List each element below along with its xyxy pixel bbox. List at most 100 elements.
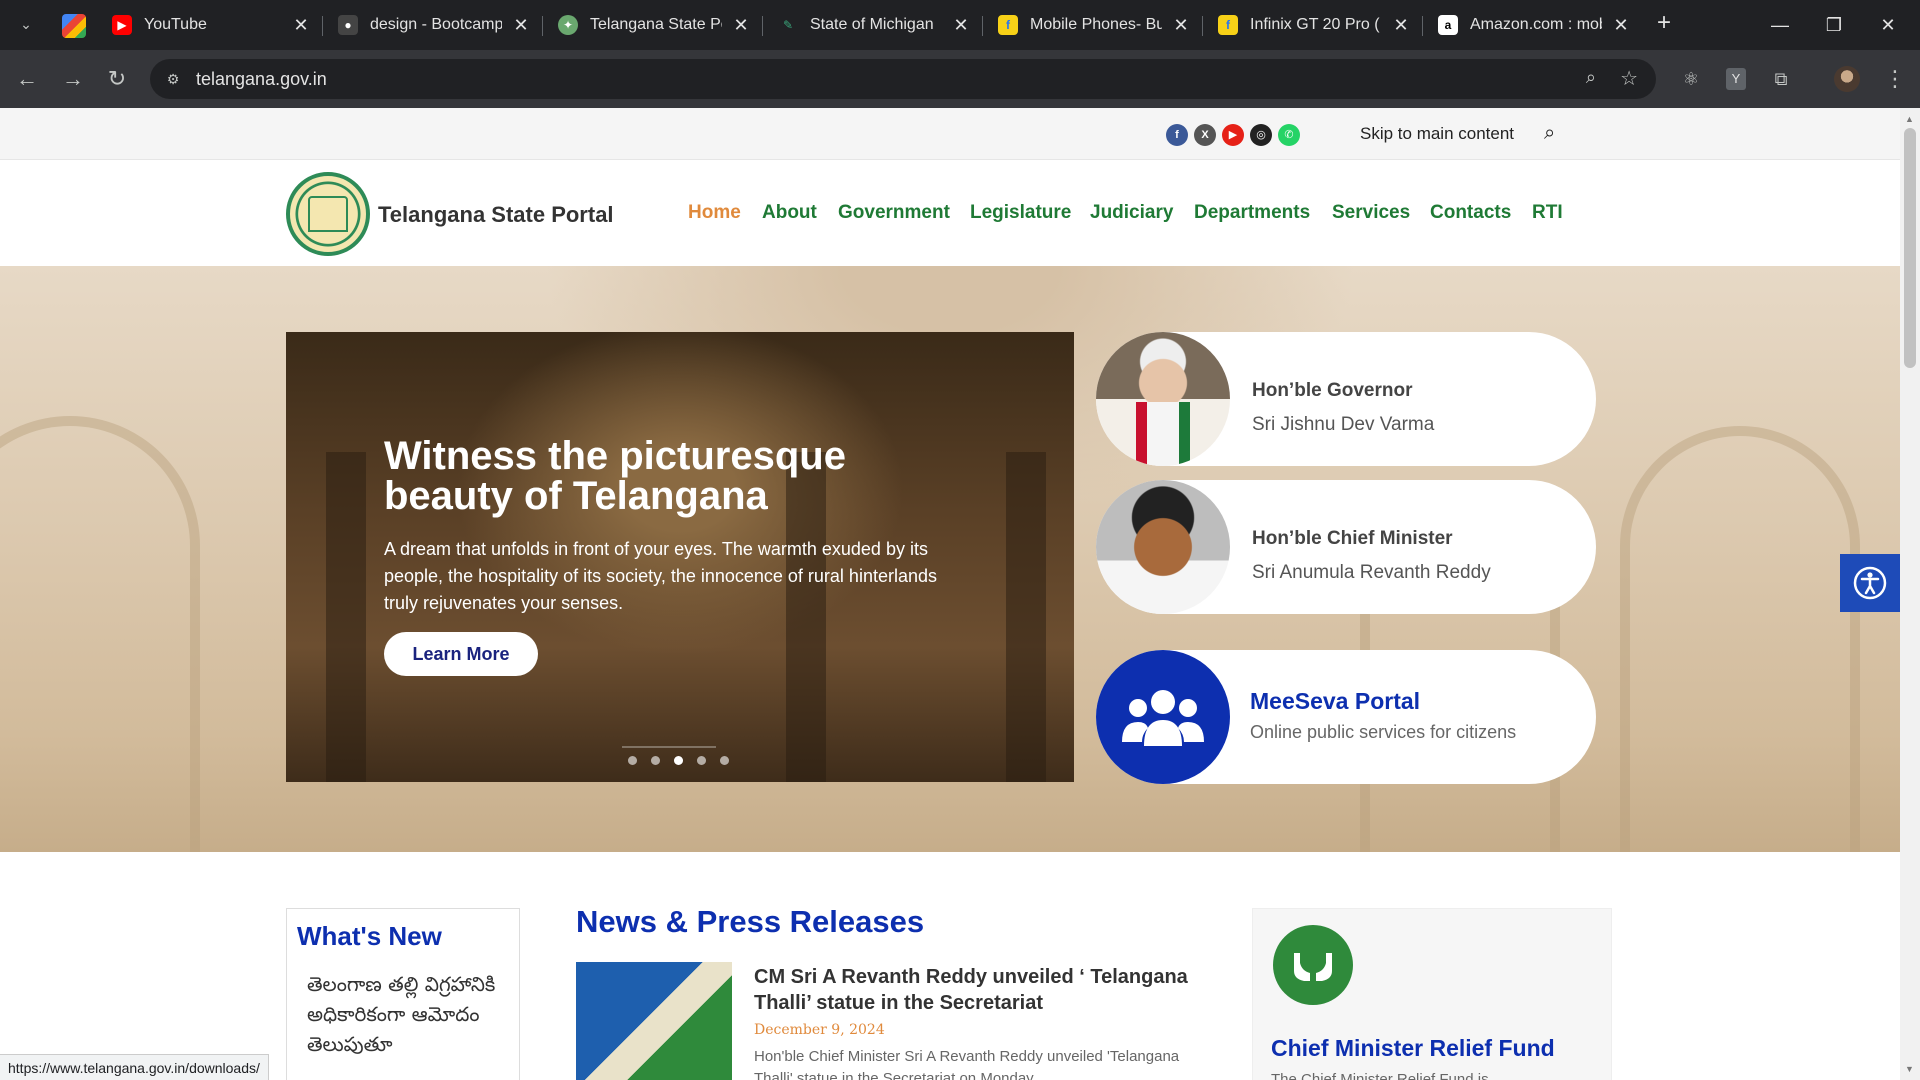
reload-button[interactable]: ↻ (102, 64, 132, 94)
tab-amazon[interactable]: a Amazon.com : mob ✕ (1438, 8, 1632, 42)
scrollbar-thumb[interactable] (1904, 128, 1916, 368)
tab-separator (1422, 16, 1423, 36)
close-icon[interactable]: ✕ (950, 15, 972, 36)
skip-to-content-link[interactable]: Skip to main content (1360, 124, 1514, 144)
governor-photo (1096, 332, 1230, 466)
slide-text: A dream that unfolds in front of your ey… (384, 539, 937, 613)
scroll-down-arrow-icon[interactable]: ▼ (1905, 1064, 1914, 1074)
accessibility-toggle-button[interactable] (1840, 554, 1900, 612)
stole-graphic (1136, 402, 1190, 466)
youtube-social-icon[interactable]: ▶ (1222, 124, 1244, 146)
profile-avatar[interactable] (1834, 66, 1860, 92)
page-scrollbar[interactable]: ▲ ▼ (1900, 108, 1920, 1080)
carousel-dot[interactable] (720, 756, 729, 765)
relief-fund-text: The Chief Minister Relief Fund is (1271, 1071, 1489, 1080)
back-button[interactable]: ← (12, 64, 42, 94)
close-icon[interactable]: ✕ (730, 15, 752, 36)
users-group-icon (1096, 650, 1230, 784)
nav-home[interactable]: Home (688, 202, 741, 224)
tab-bootcamps[interactable]: ● design - Bootcamps ✕ (338, 8, 532, 42)
news-date: December 9, 2024 (754, 1022, 885, 1038)
tab-title: Infinix GT 20 Pro ( 2 (1250, 16, 1382, 33)
whats-new-item[interactable]: తెలంగాణ తల్లి విగ్రహానికి అధికారికంగా ఆమ… (307, 969, 507, 1059)
nav-about[interactable]: About (762, 202, 817, 224)
flipkart-icon: f (998, 15, 1018, 35)
tab-search-chevron-icon[interactable]: ⌄ (14, 12, 38, 36)
zoom-icon[interactable]: ⌕ (1586, 67, 1596, 88)
learn-more-button[interactable]: Learn More (384, 632, 538, 676)
emblem-arch (308, 196, 348, 232)
whats-new-panel: What's New తెలంగాణ తల్లి విగ్రహానికి అధి… (286, 908, 520, 1080)
whatsapp-icon[interactable]: ✆ (1278, 124, 1300, 146)
close-icon[interactable]: ✕ (1170, 15, 1192, 36)
nav-legislature[interactable]: Legislature (970, 202, 1071, 224)
menu-kebab-icon[interactable]: ⋮ (1884, 66, 1906, 92)
relief-fund-title: Chief Minister Relief Fund (1271, 1035, 1555, 1061)
news-title-link[interactable]: CM Sri A Revanth Reddy unveiled ‘ Telang… (754, 964, 1194, 1016)
news-excerpt: Hon'ble Chief Minister Sri A Revanth Red… (754, 1048, 1180, 1080)
hero-section: Witness the picturesque beauty of Telang… (0, 266, 1900, 852)
browser-tab-strip: ⌄ ▶ YouTube ✕ ● design - Bootcamps ✕ ✦ T… (0, 0, 1920, 50)
whats-new-heading: What's New (297, 921, 442, 951)
tab-telangana[interactable]: ✦ Telangana State Por ✕ (558, 8, 752, 42)
slide-pillar (326, 452, 366, 782)
forward-button[interactable]: → (58, 64, 88, 94)
address-bar[interactable]: ⚙ telangana.gov.in ⌕ ☆ (150, 59, 1656, 99)
facebook-icon[interactable]: f (1166, 124, 1188, 146)
tab-flipkart-mobiles[interactable]: f Mobile Phones- Buy ✕ (998, 8, 1192, 42)
carousel-dot[interactable] (651, 756, 660, 765)
search-icon[interactable]: ⌕ (1544, 122, 1555, 145)
news-thumbnail[interactable] (576, 962, 732, 1080)
meeseva-card[interactable]: MeeSeva Portal Online public services fo… (1096, 650, 1596, 784)
slide-divider (622, 746, 716, 748)
tab-michigan[interactable]: ✎ State of Michigan ✕ (778, 8, 972, 42)
utility-bar: f X ▶ ◎ ✆ Skip to main content ⌕ (0, 108, 1900, 160)
amazon-icon: a (1438, 15, 1458, 35)
telangana-emblem-logo[interactable] (286, 172, 370, 256)
chief-minister-card[interactable]: Hon’ble Chief Minister Sri Anumula Revan… (1096, 480, 1596, 614)
new-tab-button[interactable]: + (1652, 11, 1676, 36)
tab-title: Amazon.com : mob (1470, 16, 1602, 33)
pinned-tab-google-icon[interactable] (62, 14, 86, 38)
nav-government[interactable]: Government (838, 202, 950, 224)
instagram-icon[interactable]: ◎ (1250, 124, 1272, 146)
url-text[interactable]: telangana.gov.in (196, 69, 327, 90)
bookmark-star-icon[interactable]: ☆ (1620, 66, 1638, 91)
close-icon[interactable]: ✕ (1390, 15, 1412, 36)
michigan-icon: ✎ (782, 18, 794, 32)
restore-button[interactable]: ❐ (1814, 10, 1854, 40)
tab-separator (322, 16, 323, 36)
background-arch (0, 416, 200, 852)
close-icon[interactable]: ✕ (510, 15, 532, 36)
site-info-icon[interactable]: ⚙ (164, 70, 182, 88)
nav-departments[interactable]: Departments (1194, 202, 1310, 224)
cm-role: Hon’ble Chief Minister (1252, 528, 1453, 549)
tab-title: State of Michigan (810, 16, 934, 33)
nav-rti[interactable]: RTI (1532, 202, 1563, 224)
nav-contacts[interactable]: Contacts (1430, 202, 1511, 224)
tab-flipkart-infinix[interactable]: f Infinix GT 20 Pro ( 2 ✕ (1218, 8, 1412, 42)
meeseva-subtitle: Online public services for citizens (1250, 722, 1517, 742)
nav-judiciary[interactable]: Judiciary (1090, 202, 1173, 224)
tab-youtube[interactable]: ▶ YouTube ✕ (112, 8, 312, 42)
tab-separator (762, 16, 763, 36)
carousel-dot-active[interactable] (674, 756, 683, 765)
react-devtools-icon[interactable]: ⚛ (1678, 66, 1704, 92)
flipkart-icon: f (1218, 15, 1238, 35)
governor-card[interactable]: Hon’ble Governor Sri Jishnu Dev Varma (1096, 332, 1596, 466)
y-extension-icon[interactable]: Y (1726, 68, 1746, 90)
nav-services[interactable]: Services (1332, 202, 1410, 224)
cm-relief-fund-card[interactable]: Chief Minister Relief Fund The Chief Min… (1252, 908, 1612, 1080)
minimize-button[interactable]: — (1760, 10, 1800, 40)
close-icon[interactable]: ✕ (1610, 15, 1632, 36)
carousel-dot[interactable] (697, 756, 706, 765)
carousel-dot[interactable] (628, 756, 637, 765)
close-icon[interactable]: ✕ (290, 15, 312, 36)
extensions-puzzle-icon[interactable]: ⧉ (1768, 66, 1794, 92)
x-twitter-icon[interactable]: X (1194, 124, 1216, 146)
bootcamps-icon: ● (338, 15, 358, 35)
meeseva-title: MeeSeva Portal (1250, 688, 1421, 714)
close-window-button[interactable]: ✕ (1868, 10, 1908, 40)
site-title[interactable]: Telangana State Portal (378, 202, 614, 228)
scroll-up-arrow-icon[interactable]: ▲ (1905, 114, 1914, 124)
